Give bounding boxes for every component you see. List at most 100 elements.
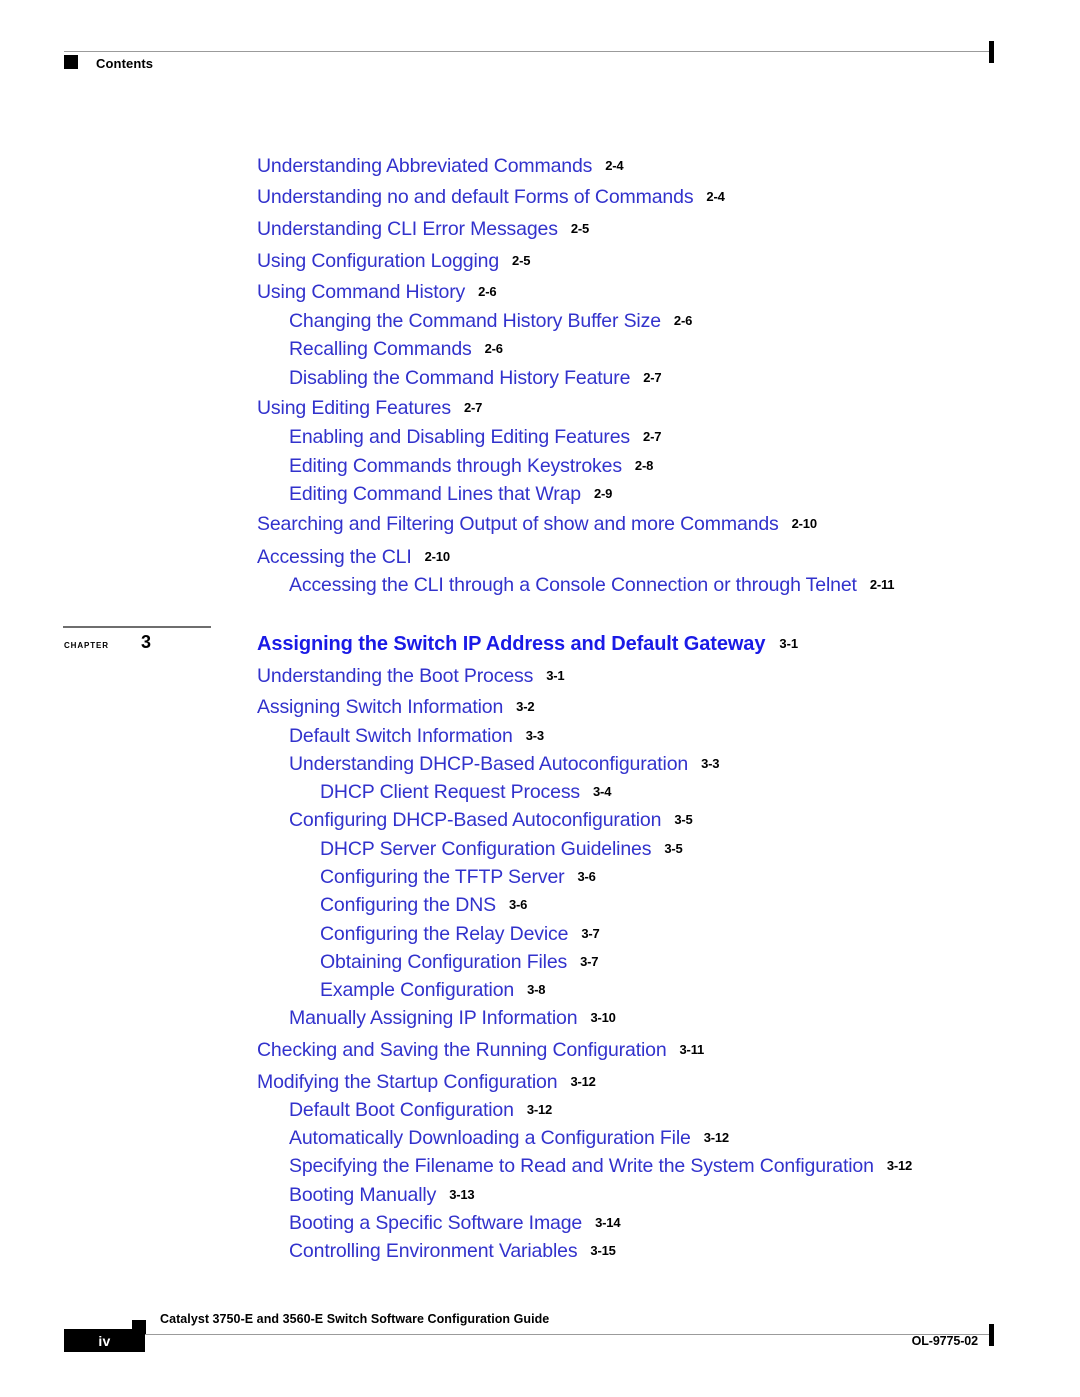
chapter-rule-line (63, 626, 211, 628)
toc-entry-title[interactable]: Booting a Specific Software Image (289, 1212, 582, 1234)
toc-entry[interactable]: Assigning Switch Information 3-2 (257, 696, 535, 718)
toc-entry[interactable]: Enabling and Disabling Editing Features 2… (289, 426, 662, 448)
toc-entry[interactable]: Using Configuration Logging 2-5 (257, 250, 530, 272)
toc-entry[interactable]: Specifying the Filename to Read and Writ… (289, 1155, 912, 1177)
toc-entry[interactable]: Booting Manually 3-13 (289, 1184, 475, 1206)
toc-entry[interactable]: Booting a Specific Software Image 3-14 (289, 1212, 621, 1234)
toc-entry-title[interactable]: Automatically Downloading a Configuratio… (289, 1127, 691, 1149)
toc-entry-page-number: 2-7 (643, 370, 662, 385)
toc-entry-page-number: 2-9 (593, 486, 613, 501)
toc-entry-title[interactable]: Manually Assigning IP Information (289, 1007, 578, 1029)
toc-entry-title[interactable]: DHCP Server Configuration Guidelines (320, 838, 651, 860)
toc-entry-page-number: 2-8 (634, 458, 654, 473)
toc-entry-title[interactable]: Editing Command Lines that Wrap (289, 483, 581, 505)
toc-entry[interactable]: Editing Commands through Keystrokes 2-8 (289, 455, 654, 477)
toc-entry[interactable]: Checking and Saving the Running Configur… (257, 1039, 705, 1061)
toc-entry[interactable]: Editing Command Lines that Wrap 2-9 (289, 483, 613, 505)
toc-entry-title[interactable]: Configuring the Relay Device (320, 923, 569, 945)
toc-entry[interactable]: Configuring the Relay Device 3-7 (320, 923, 600, 945)
toc-entry-page-number: 3-15 (590, 1243, 616, 1258)
toc-entry-page-number: 3-5 (664, 841, 683, 856)
toc-entry[interactable]: Changing the Command History Buffer Size… (289, 310, 692, 332)
toc-entry-page-number: 3-12 (526, 1102, 553, 1117)
toc-entry[interactable]: Default Boot Configuration 3-12 (289, 1099, 553, 1121)
toc-entry-page-number: 3-6 (509, 897, 528, 912)
toc-entry-page-number: 3-10 (590, 1010, 616, 1025)
toc-entry-page-number: 2-11 (869, 577, 895, 592)
toc-entry-title[interactable]: Understanding the Boot Process (257, 665, 533, 687)
toc-entry-title[interactable]: Searching and Filtering Output of show a… (257, 513, 779, 535)
toc-entry-title[interactable]: Using Configuration Logging (257, 250, 499, 272)
toc-entry-title[interactable]: Accessing the CLI (257, 546, 412, 568)
toc-entry[interactable]: Modifying the Startup Configuration 3-12 (257, 1071, 596, 1093)
toc-entry[interactable]: Configuring the DNS 3-6 (320, 894, 528, 916)
toc-entry-page-number: 3-6 (577, 869, 596, 884)
toc-entry-page-number: 3-2 (516, 699, 535, 714)
toc-entry[interactable]: Disabling the Command History Feature 2-7 (289, 367, 662, 389)
toc-entry[interactable]: Configuring DHCP-Based Autoconfiguration… (289, 809, 693, 831)
toc-entry-page-number: 3-12 (703, 1130, 729, 1145)
toc-entry-title[interactable]: Example Configuration (320, 979, 514, 1001)
toc-entry-page-number: 3-5 (674, 812, 693, 827)
toc-entry[interactable]: Configuring the TFTP Server 3-6 (320, 866, 596, 888)
toc-entry-title[interactable]: Default Boot Configuration (289, 1099, 514, 1121)
toc-entry[interactable]: DHCP Client Request Process 3-4 (320, 781, 611, 803)
toc-entry[interactable]: Accessing the CLI through a Console Conn… (289, 574, 895, 596)
toc-entry-title[interactable]: Assigning Switch Information (257, 696, 503, 718)
toc-entry-title[interactable]: DHCP Client Request Process (320, 781, 580, 803)
chapter-title-row[interactable]: Assigning the Switch IP Address and Defa… (257, 633, 798, 656)
toc-entry-page-number: 3-3 (525, 728, 544, 743)
toc-entry-title[interactable]: Using Command History (257, 281, 465, 303)
toc-entry[interactable]: DHCP Server Configuration Guidelines 3-5 (320, 838, 683, 860)
toc-entry-title[interactable]: Recalling Commands (289, 338, 472, 360)
toc-entry-title[interactable]: Configuring DHCP-Based Autoconfiguration (289, 809, 661, 831)
toc-entry-title[interactable]: Configuring the TFTP Server (320, 866, 565, 888)
toc-entry[interactable]: Understanding CLI Error Messages 2-5 (257, 218, 589, 240)
toc-entry[interactable]: Using Editing Features 2-7 (257, 397, 483, 419)
toc-entry[interactable]: Default Switch Information 3-3 (289, 725, 544, 747)
toc-entry[interactable]: Understanding no and default Forms of Co… (257, 186, 725, 208)
toc-entry[interactable]: Obtaining Configuration Files 3-7 (320, 951, 599, 973)
toc-entry-title[interactable]: Editing Commands through Keystrokes (289, 455, 622, 477)
toc-entry-page-number: 3-7 (580, 954, 599, 969)
toc-entry[interactable]: Understanding Abbreviated Commands 2-4 (257, 155, 624, 177)
toc-entry-title[interactable]: Configuring the DNS (320, 894, 496, 916)
toc-entry[interactable]: Automatically Downloading a Configuratio… (289, 1127, 729, 1149)
toc-entry[interactable]: Understanding the Boot Process 3-1 (257, 665, 565, 687)
toc-entry-title[interactable]: Controlling Environment Variables (289, 1240, 578, 1262)
toc-entry[interactable]: Understanding DHCP-Based Autoconfigurati… (289, 753, 720, 775)
toc-entry-title[interactable]: Checking and Saving the Running Configur… (257, 1039, 667, 1061)
toc-entry-title[interactable]: Understanding DHCP-Based Autoconfigurati… (289, 753, 688, 775)
chapter-title-link[interactable]: Assigning the Switch IP Address and Defa… (257, 633, 765, 655)
toc-entry-title[interactable]: Specifying the Filename to Read and Writ… (289, 1155, 874, 1177)
toc-entry-page-number: 3-13 (449, 1187, 475, 1202)
toc-entry[interactable]: Controlling Environment Variables 3-15 (289, 1240, 616, 1262)
toc-entry-title[interactable]: Accessing the CLI through a Console Conn… (289, 574, 857, 596)
toc-entry[interactable]: Recalling Commands 2-6 (289, 338, 503, 360)
toc-entry-title[interactable]: Understanding CLI Error Messages (257, 218, 558, 240)
toc-entry[interactable]: Accessing the CLI 2-10 (257, 546, 450, 568)
header-edge-tick-mark (989, 41, 994, 63)
header-section-label: Contents (96, 56, 154, 71)
running-header: Contents (0, 0, 1080, 90)
toc-entry-title[interactable]: Enabling and Disabling Editing Features (289, 426, 630, 448)
toc-entry-page-number: 3-3 (701, 756, 720, 771)
toc-entry[interactable]: Searching and Filtering Output of show a… (257, 513, 817, 535)
footer-document-id: OL-9775-02 (911, 1334, 979, 1348)
toc-entry-page-number: 2-10 (424, 549, 450, 564)
toc-entry-title[interactable]: Changing the Command History Buffer Size (289, 310, 661, 332)
toc-entry-page-number: 3-11 (679, 1042, 705, 1057)
toc-entry-page-number: 2-7 (643, 429, 662, 444)
toc-entry-title[interactable]: Modifying the Startup Configuration (257, 1071, 558, 1093)
toc-entry-title[interactable]: Obtaining Configuration Files (320, 951, 567, 973)
toc-entry[interactable]: Manually Assigning IP Information 3-10 (289, 1007, 616, 1029)
toc-entry-page-number: 2-7 (463, 400, 483, 415)
toc-entry-title[interactable]: Understanding no and default Forms of Co… (257, 186, 694, 208)
toc-entry[interactable]: Example Configuration 3-8 (320, 979, 546, 1001)
toc-entry-title[interactable]: Understanding Abbreviated Commands (257, 155, 592, 177)
toc-entry-title[interactable]: Booting Manually (289, 1184, 436, 1206)
toc-entry-title[interactable]: Default Switch Information (289, 725, 513, 747)
toc-entry-title[interactable]: Disabling the Command History Feature (289, 367, 630, 389)
toc-entry-title[interactable]: Using Editing Features (257, 397, 451, 419)
toc-entry[interactable]: Using Command History 2-6 (257, 281, 497, 303)
